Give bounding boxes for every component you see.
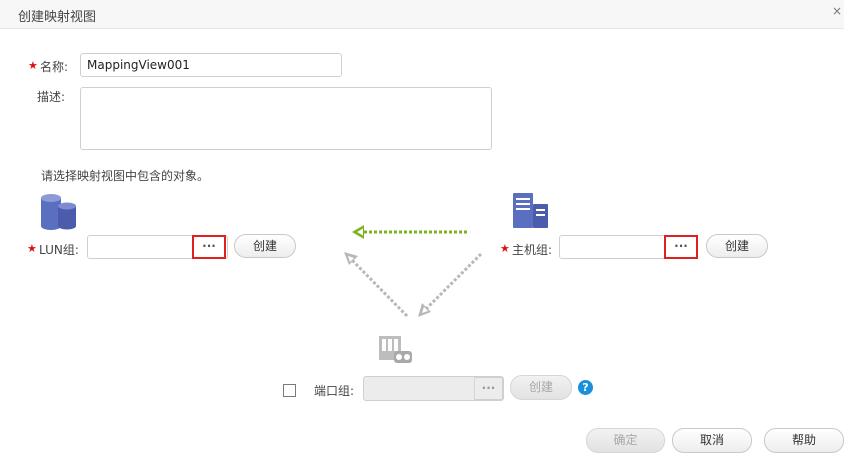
port-group-browse-button[interactable]: ··· — [474, 377, 503, 400]
ok-button[interactable]: 确定 — [586, 428, 665, 453]
green-arrow-icon — [352, 225, 467, 239]
gray-arrow-icon — [344, 252, 409, 318]
port-group-label: 端口组: — [314, 384, 355, 398]
port-group-create-button[interactable]: 创建 — [510, 375, 572, 400]
help-icon[interactable]: ? — [578, 380, 593, 395]
gray-arrow-icon — [418, 252, 483, 317]
port-group-checkbox[interactable] — [283, 384, 296, 397]
cancel-button[interactable]: 取消 — [672, 428, 752, 453]
port-group-icon — [379, 336, 412, 363]
help-button[interactable]: 帮助 — [764, 428, 844, 453]
